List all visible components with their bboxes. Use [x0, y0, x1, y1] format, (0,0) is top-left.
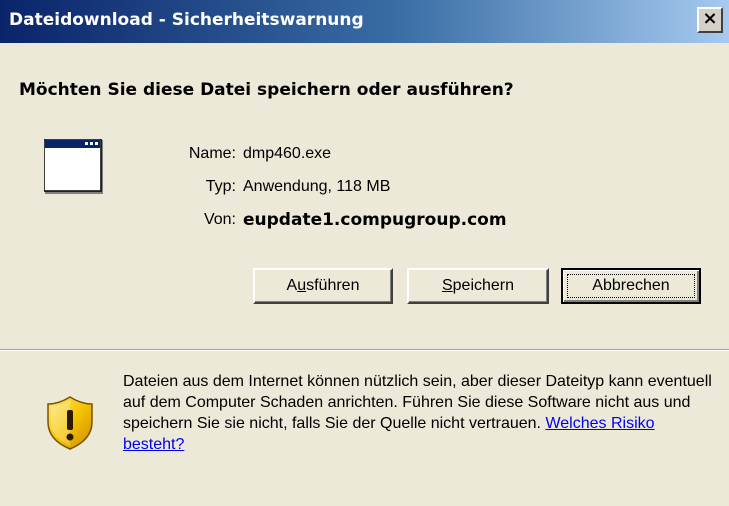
cancel-button-label: Abbrechen [592, 277, 670, 294]
question-heading: Möchten Sie diese Datei speichern oder a… [19, 80, 514, 100]
run-button-label: Ausführen [286, 277, 360, 294]
file-download-dialog: Dateidownload - Sicherheitswarnung × Möc… [0, 0, 729, 506]
name-label: Name: [188, 145, 236, 162]
name-value: dmp460.exe [243, 145, 332, 162]
from-value: eupdate1.compugroup.com [243, 210, 507, 230]
save-button[interactable]: Speichern [407, 268, 549, 304]
type-label: Typ: [205, 178, 236, 195]
separator-highlight [0, 350, 729, 351]
title-bar[interactable]: Dateidownload - Sicherheitswarnung × [0, 0, 729, 43]
security-warning-message: Dateien aus dem Internet können nützlich… [123, 371, 715, 455]
window-title: Dateidownload - Sicherheitswarnung [9, 10, 364, 30]
file-type-row: Typ: Anwendung, 118 MB [0, 174, 729, 200]
close-button[interactable]: × [697, 7, 723, 33]
from-label: Von: [203, 211, 236, 228]
cancel-button[interactable]: Abbrechen [561, 268, 701, 304]
run-button[interactable]: Ausführen [253, 268, 393, 304]
save-button-label: Speichern [441, 277, 515, 294]
type-value: Anwendung, 118 MB [243, 178, 391, 195]
file-source-row: Von: eupdate1.compugroup.com [0, 207, 729, 233]
security-shield-warning-icon [47, 396, 93, 450]
file-name-row: Name: dmp460.exe [0, 141, 729, 167]
